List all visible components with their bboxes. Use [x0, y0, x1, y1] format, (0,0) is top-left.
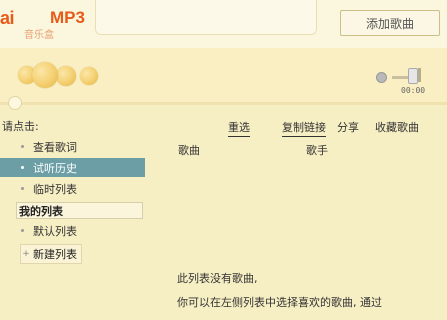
bullet-icon — [21, 145, 24, 148]
play-button[interactable] — [32, 62, 58, 88]
sidebar-item-lyrics[interactable]: 查看歌词 — [0, 137, 145, 156]
column-header-artist: 歌手 — [306, 144, 328, 157]
stop-button[interactable] — [56, 66, 76, 86]
logo-mp3: MP3 — [50, 8, 85, 27]
time-display: 00:00 — [401, 86, 426, 95]
empty-state-text: 此列表没有歌曲, — [177, 272, 258, 285]
left-pane-prompt: 请点击: — [2, 120, 39, 133]
progress-handle[interactable] — [8, 96, 22, 110]
volume-level-icon — [418, 68, 429, 82]
volume-track[interactable] — [392, 76, 408, 79]
add-song-button[interactable]: 添加歌曲 — [340, 10, 440, 36]
my-lists-header: 我的列表 — [16, 202, 143, 219]
next-button[interactable] — [80, 67, 98, 85]
logo-text: ai — [0, 8, 15, 28]
new-list-button[interactable]: + 新建列表 — [20, 244, 82, 264]
sidebar-item-default-list[interactable]: 默认列表 — [0, 221, 145, 240]
bullet-icon — [21, 187, 24, 190]
plus-icon: + — [22, 249, 30, 259]
sidebar-item-temp-list[interactable]: 临时列表 — [0, 179, 145, 198]
bullet-icon — [21, 166, 24, 169]
bullet-icon — [21, 229, 24, 232]
mute-icon[interactable] — [376, 72, 387, 83]
volume-slider[interactable] — [408, 68, 418, 84]
new-list-label: 新建列表 — [33, 248, 77, 261]
reselect-button[interactable]: 重选 — [228, 119, 250, 137]
empty-state-hint: 你可以在左侧列表中选择喜欢的歌曲, 通过 — [177, 296, 382, 309]
copy-link-button[interactable]: 复制链接 — [282, 119, 326, 137]
logo-subtitle: 音乐盒 — [24, 30, 54, 41]
sidebar-item-label: 默认列表 — [33, 224, 77, 238]
collect-songs-button[interactable]: 收藏歌曲 — [375, 119, 419, 135]
sidebar-item-history[interactable]: 试听历史 — [0, 158, 145, 177]
progress-bar[interactable] — [0, 102, 447, 105]
now-playing-display — [95, 0, 317, 35]
column-header-song: 歌曲 — [178, 144, 200, 157]
sidebar-item-label: 查看歌词 — [33, 140, 77, 154]
sidebar-item-label: 临时列表 — [33, 182, 77, 196]
share-button[interactable]: 分享 — [337, 119, 359, 135]
sidebar-item-label: 试听历史 — [33, 161, 77, 175]
